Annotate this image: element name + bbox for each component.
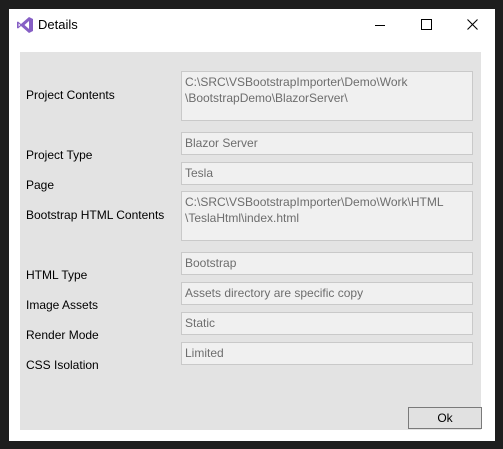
close-button[interactable] <box>449 9 495 40</box>
css-isolation-field[interactable]: Limited <box>181 342 473 365</box>
project-type-field[interactable]: Blazor Server <box>181 132 473 155</box>
details-panel: Project Contents C:\SRC\VSBootstrapImpor… <box>20 52 482 430</box>
project-contents-field[interactable]: C:\SRC\VSBootstrapImporter\Demo\Work \Bo… <box>181 71 473 121</box>
bootstrap-html-contents-label: Bootstrap HTML Contents <box>26 208 165 222</box>
maximize-button[interactable] <box>403 9 449 40</box>
image-assets-field[interactable]: Assets directory are specific copy <box>181 282 473 305</box>
html-type-field[interactable]: Bootstrap <box>181 252 473 275</box>
minimize-button[interactable] <box>357 9 403 40</box>
title-bar[interactable]: Details <box>9 9 495 40</box>
close-icon <box>466 19 478 30</box>
html-type-label: HTML Type <box>26 268 88 282</box>
css-isolation-label: CSS Isolation <box>26 358 99 372</box>
visual-studio-icon <box>16 16 34 34</box>
page-label: Page <box>26 178 55 192</box>
details-window: Details Project Contents C:\SRC\VSBootst… <box>9 9 495 441</box>
project-type-label: Project Type <box>26 148 93 162</box>
render-mode-label: Render Mode <box>26 328 99 342</box>
window-title: Details <box>38 17 78 32</box>
render-mode-field[interactable]: Static <box>181 312 473 335</box>
page-field[interactable]: Tesla <box>181 162 473 185</box>
maximize-icon <box>420 19 432 30</box>
bootstrap-html-contents-field[interactable]: C:\SRC\VSBootstrapImporter\Demo\Work\HTM… <box>181 191 473 241</box>
ok-button[interactable]: Ok <box>408 407 482 429</box>
minimize-icon <box>375 20 385 30</box>
image-assets-label: Image Assets <box>26 298 99 312</box>
project-contents-label: Project Contents <box>26 88 115 102</box>
